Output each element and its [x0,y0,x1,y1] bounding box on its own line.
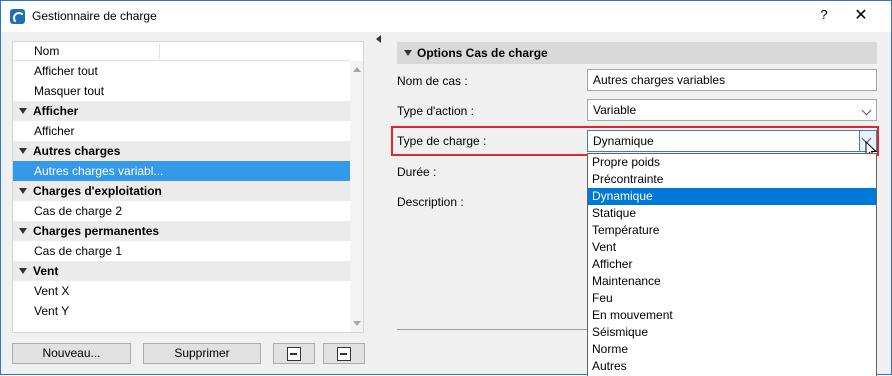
case-name-label: Nom de cas : [397,74,468,88]
window-title: Gestionnaire de charge [32,9,157,23]
dropdown-option[interactable]: Feu [588,290,876,307]
list-item[interactable]: Autres charges variabl... [13,161,350,181]
list-item[interactable]: Cas de charge 1 [13,241,350,261]
list-item[interactable]: Masquer tout [13,81,350,101]
group-expand-icon[interactable] [19,268,27,274]
dropdown-option[interactable]: Vent [588,239,876,256]
load-type-select[interactable]: Dynamique [587,130,877,152]
list-item-label: Autres charges variabl... [34,164,164,178]
action-type-select[interactable]: Variable [587,99,877,121]
column-header-name[interactable]: Nom [34,44,59,58]
list-item[interactable]: Afficher tout [13,61,350,81]
list-group-row[interactable]: Vent [13,261,350,281]
duration-label: Durée : [397,165,437,179]
list-item-label: Vent Y [34,304,70,318]
help-button[interactable]: ? [816,7,832,25]
section-header[interactable]: Options Cas de charge [397,42,877,64]
load-type-dropdown-list[interactable]: Propre poids Précontrainte Dynamique Statiq… [587,153,877,376]
dropdown-option[interactable]: Séismique [588,324,876,341]
list-item[interactable]: Vent X [13,281,350,301]
load-type-label: Type de charge : [397,134,487,148]
group-expand-icon[interactable] [19,228,27,234]
app-icon [10,9,25,24]
description-label: Description : [397,195,464,209]
list-item-label: Charges permanentes [33,224,160,238]
group-expand-icon[interactable] [19,188,27,194]
list-item-label: Afficher [34,124,75,138]
export-icon [337,347,351,361]
list-item-label: Autres charges [33,144,121,158]
list-rows: Afficher tout Masquer tout Afficher Affiche… [13,61,350,321]
import-icon [287,347,301,361]
group-expand-icon[interactable] [19,148,27,154]
load-case-list[interactable]: Nom Afficher tout Masquer tout Afficher Aff… [12,41,364,333]
dropdown-option[interactable]: En mouvement [588,307,876,324]
section-title: Options Cas de charge [417,46,548,60]
dropdown-option[interactable]: Norme [588,341,876,358]
column-separator [159,44,160,59]
list-item-label: Vent [33,264,59,278]
list-group-row[interactable]: Afficher [13,101,350,121]
dropdown-option[interactable]: Autres [588,358,876,375]
list-item-label: Afficher [33,104,79,118]
dropdown-option[interactable]: Température [588,222,876,239]
list-item-label: Cas de charge 2 [34,204,123,218]
chevron-down-icon [861,105,872,116]
close-icon[interactable]: ✕ [851,5,871,25]
delete-button[interactable]: Supprimer [143,343,261,364]
title-bar: Gestionnaire de charge ? ✕ [1,1,891,32]
list-item-label: Cas de charge 1 [34,244,123,258]
load-manager-window: Gestionnaire de charge ? ✕ Nom Afficher … [0,0,892,376]
action-type-value: Variable [593,103,637,117]
dropdown-option[interactable]: Maintenance [588,273,876,290]
list-item-label: Vent X [34,284,70,298]
action-type-label: Type d'action : [397,104,475,118]
new-button[interactable]: Nouveau... [12,343,131,364]
list-group-row[interactable]: Charges permanentes [13,221,350,241]
list-item-label: Charges d'exploitation [33,184,162,198]
list-scrollbar[interactable] [350,61,363,332]
scroll-up-icon[interactable] [353,67,361,72]
dropdown-option[interactable]: Précontrainte [588,171,876,188]
import-button[interactable] [273,343,315,364]
divider [397,329,587,330]
export-button[interactable] [323,343,365,364]
dropdown-option[interactable]: Dynamique [588,188,876,205]
collapse-panel-icon[interactable] [376,35,381,43]
load-type-value: Dynamique [593,134,654,148]
list-item-label: Afficher tout [34,64,98,78]
list-item[interactable]: Afficher [13,121,350,141]
group-expand-icon[interactable] [19,108,27,114]
case-name-input[interactable]: Autres charges variables [587,69,877,91]
list-group-row[interactable]: Autres charges [13,141,350,161]
scroll-down-icon[interactable] [353,321,361,326]
list-item[interactable]: Vent Y [13,301,350,321]
list-group-row[interactable]: Charges d'exploitation [13,181,350,201]
dropdown-option[interactable]: Afficher [588,256,876,273]
dropdown-option[interactable]: Propre poids [588,154,876,171]
section-collapse-icon [404,50,412,56]
list-header: Nom [13,42,350,61]
list-item-label: Masquer tout [34,84,105,98]
list-item[interactable]: Cas de charge 2 [13,201,350,221]
dropdown-option[interactable]: Statique [588,205,876,222]
